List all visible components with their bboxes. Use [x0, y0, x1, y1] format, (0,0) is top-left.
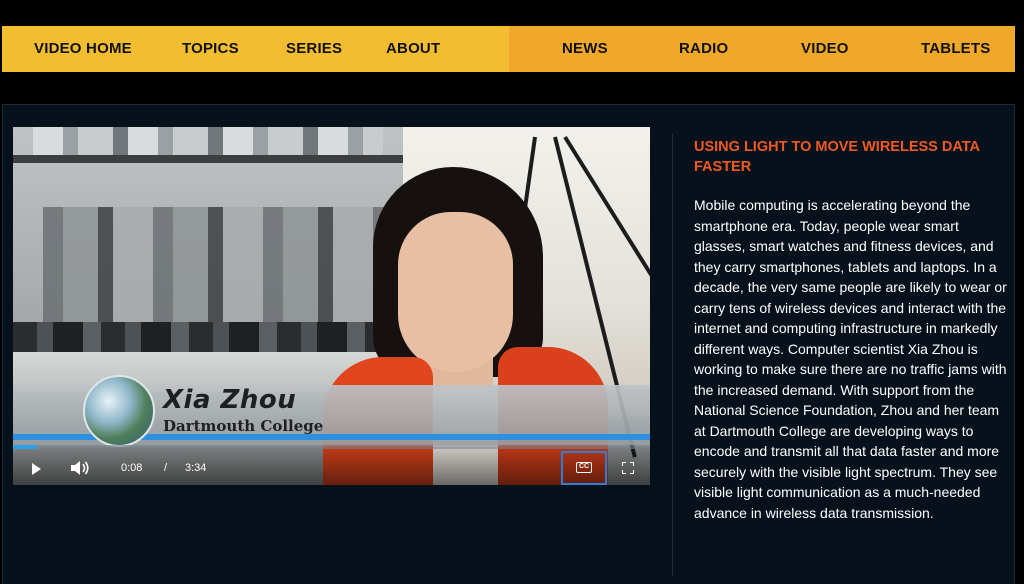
nav-topics[interactable]: TOPICS	[182, 26, 239, 72]
nav-left-group: VIDEO HOME TOPICS SERIES ABOUT	[2, 26, 509, 72]
video-player[interactable]: Xia Zhou Dartmouth College 0:08 / 3:34 C…	[13, 127, 650, 485]
nav-radio[interactable]: RADIO	[679, 26, 728, 72]
closed-captions-icon: CC	[576, 462, 592, 473]
panel-divider	[672, 134, 673, 576]
play-icon[interactable]	[32, 463, 41, 475]
nav-video[interactable]: VIDEO	[801, 26, 849, 72]
progress-bar[interactable]	[13, 445, 650, 449]
nav-tablets[interactable]: TABLETS	[921, 26, 990, 72]
duration: 3:34	[185, 462, 207, 474]
article-body: Mobile computing is accelerating beyond …	[694, 197, 1007, 521]
video-bg-equipment	[43, 207, 403, 327]
time-separator: /	[164, 462, 168, 474]
nav-video-home[interactable]: VIDEO HOME	[34, 26, 132, 72]
current-time: 0:08	[121, 462, 143, 474]
progress-fill	[13, 445, 37, 449]
volume-icon[interactable]	[70, 460, 90, 476]
globe-icon	[83, 375, 155, 447]
nav-right-group: NEWS RADIO VIDEO TABLETS	[509, 26, 1015, 72]
top-nav: VIDEO HOME TOPICS SERIES ABOUT NEWS RADI…	[2, 26, 1015, 72]
article-title: USING LIGHT TO MOVE WIRELESS DATA FASTER	[694, 139, 980, 175]
video-person-face	[398, 212, 513, 372]
video-bg-shelf	[13, 155, 403, 163]
video-bg-rack	[13, 322, 413, 352]
nav-news[interactable]: NEWS	[562, 26, 608, 72]
nav-about[interactable]: ABOUT	[386, 26, 440, 72]
speaker-name: Xia Zhou	[163, 385, 297, 415]
control-bar	[13, 447, 650, 485]
nav-series[interactable]: SERIES	[286, 26, 342, 72]
video-bg-shelf-items	[33, 127, 383, 155]
fullscreen-icon[interactable]	[622, 462, 634, 474]
speaker-organization: Dartmouth College	[163, 417, 324, 435]
